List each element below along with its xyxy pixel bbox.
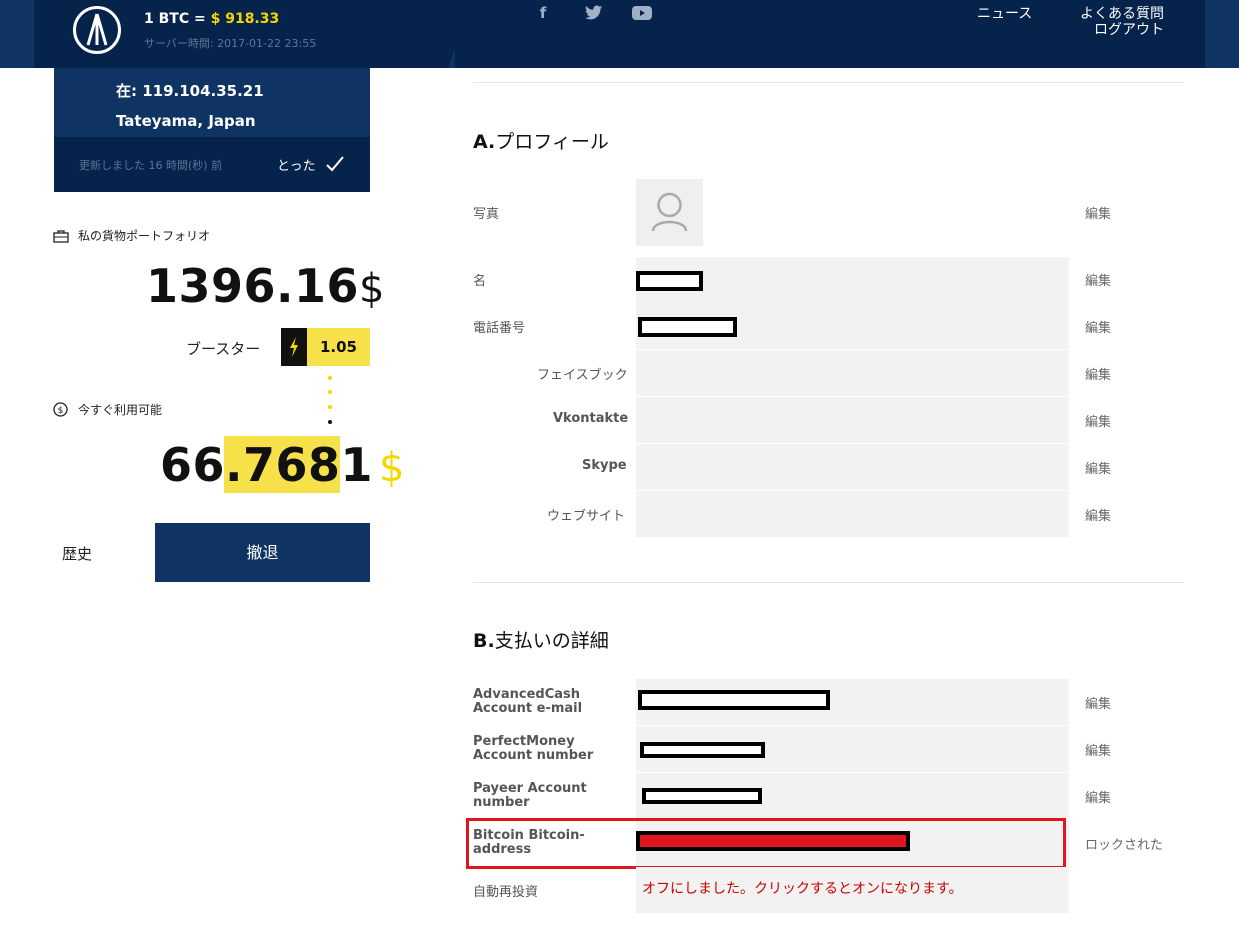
website-field-bg (636, 491, 1069, 537)
payeer-label: Payeer Account number (473, 781, 587, 810)
nav-logout[interactable]: ログアウト (1094, 19, 1164, 39)
history-link[interactable]: 歴史 (62, 543, 92, 564)
payment-title: B.支払いの詳細 (473, 626, 609, 653)
available-value: 66.7681 $ (160, 438, 405, 492)
bitcoin-redaction (636, 831, 910, 851)
edit-skype-link[interactable]: 編集 (1085, 458, 1111, 477)
edit-website-link[interactable]: 編集 (1085, 505, 1111, 524)
phone-label: 電話番号 (473, 321, 526, 336)
portfolio-value: 1396.16$ (146, 259, 385, 313)
auto-reinvest-label: 自動再投資 (473, 885, 539, 900)
profile-title-text: プロフィール (495, 131, 609, 153)
took-label: とった (277, 159, 316, 174)
portfolio-amount: 1396.16 (146, 259, 360, 313)
portfolio-label: 私の貨物ポートフォリオ (78, 229, 211, 243)
connector-dot (328, 376, 332, 380)
perfectmoney-redaction (640, 742, 765, 758)
server-time: サーバー時間: 2017-01-22 23:55 (144, 37, 317, 50)
facebook-label: フェイスブック (537, 368, 628, 383)
name-redaction (636, 271, 703, 291)
connector-dot (328, 420, 332, 424)
edit-photo-link[interactable]: 編集 (1085, 203, 1111, 222)
btc-rate-price: $ 918.33 (210, 11, 280, 27)
payeer-redaction (642, 788, 762, 804)
edit-facebook-link[interactable]: 編集 (1085, 364, 1111, 383)
profile-title-prefix: A. (473, 131, 496, 153)
connector-dot (328, 405, 332, 409)
available-dec: 7681 (243, 438, 374, 492)
vkontakte-label: Vkontakte (553, 411, 629, 426)
edit-payeer-link[interactable]: 編集 (1085, 787, 1111, 806)
website-label: ウェブサイト (547, 509, 626, 524)
portfolio-currency: $ (359, 266, 385, 312)
withdraw-button[interactable]: 撤退 (155, 523, 370, 582)
payment-title-prefix: B. (473, 630, 495, 652)
edit-vkontakte-link[interactable]: 編集 (1085, 411, 1111, 430)
edit-name-link[interactable]: 編集 (1085, 270, 1111, 289)
bitcoin-label: Bitcoin Bitcoin-address (473, 828, 585, 857)
lightning-icon (281, 328, 307, 366)
svg-text:$: $ (58, 406, 64, 416)
profile-title: A.プロフィール (473, 127, 609, 154)
briefcase-icon (53, 228, 69, 247)
auto-reinvest-toggle[interactable]: オフにしました。クリックするとオンになります。 (642, 878, 963, 898)
divider (473, 582, 1184, 583)
nav-news[interactable]: ニュース (977, 3, 1032, 23)
facebook-field-bg (636, 350, 1069, 396)
advcash-redaction (638, 690, 830, 710)
edit-perfectmoney-link[interactable]: 編集 (1085, 740, 1111, 759)
vkontakte-field-bg (636, 397, 1069, 443)
booster-label: ブースター (186, 340, 261, 358)
checkmark-icon (325, 155, 345, 177)
header-edge-strip (1205, 0, 1239, 68)
name-label: 名 (473, 274, 487, 289)
advcash-label: AdvancedCash Account e-mail (473, 687, 583, 716)
photo-label: 写真 (473, 207, 500, 222)
bitcoin-locked-status: ロックされた (1085, 838, 1164, 853)
twitter-icon[interactable] (584, 3, 604, 23)
btc-rate-prefix: 1 BTC = (144, 11, 211, 27)
youtube-icon[interactable] (632, 3, 652, 23)
payment-title-text: 支払いの詳細 (494, 630, 609, 652)
edit-phone-link[interactable]: 編集 (1085, 317, 1111, 336)
location-text: 在: 119.104.35.21 Tateyama, Japan (116, 82, 264, 130)
phone-redaction (638, 317, 737, 337)
dollar-circle-icon: $ (53, 402, 68, 421)
skype-field-bg (636, 444, 1069, 490)
edit-advcash-link[interactable]: 編集 (1085, 693, 1111, 712)
booster-value: 1.05 (307, 328, 370, 366)
facebook-icon[interactable]: f (533, 3, 553, 23)
divider (473, 82, 1184, 83)
connector-dot (328, 390, 332, 394)
avatar[interactable] (636, 179, 703, 246)
available-currency: $ (379, 445, 405, 491)
available-label: 今すぐ利用可能 (78, 403, 163, 417)
updated-text: 更新しました 16 時間(秒) 前 (79, 159, 223, 172)
btc-rate: 1 BTC = $ 918.33 (144, 11, 279, 27)
logo-icon[interactable] (73, 6, 121, 54)
skype-label: Skype (582, 458, 627, 473)
perfectmoney-label: PerfectMoney Account number (473, 734, 594, 763)
available-int: 66. (160, 438, 243, 492)
